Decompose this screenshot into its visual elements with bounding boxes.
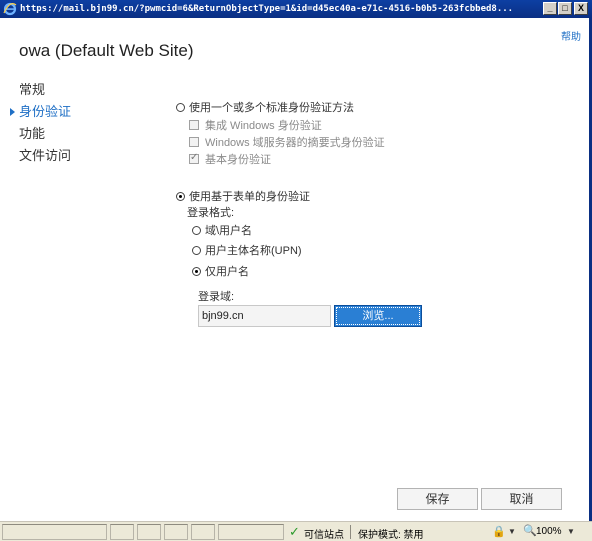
status-cell bbox=[110, 524, 134, 540]
logon-domain-input[interactable] bbox=[198, 305, 331, 327]
security-lock-icon[interactable]: 🔒 bbox=[492, 525, 506, 538]
window-url: https://mail.bjn99.cn/?pwmcid=6&ReturnOb… bbox=[20, 4, 514, 14]
chevron-down-icon[interactable]: ▼ bbox=[508, 527, 516, 536]
status-cell bbox=[218, 524, 284, 540]
protected-mode-label: 保护模式: 禁用 bbox=[358, 530, 424, 541]
minimize-button[interactable]: _ bbox=[543, 2, 557, 15]
sidebar-item-label: 功能 bbox=[19, 126, 46, 141]
sidebar-item-label: 常规 bbox=[19, 82, 46, 97]
status-bar: ✓ 可信站点 保护模式: 禁用 🔒 ▼ 🔍 100% ▼ bbox=[0, 521, 592, 541]
status-cell bbox=[2, 524, 107, 540]
sidebar-item-general[interactable]: 常规 bbox=[19, 81, 71, 103]
sidebar-item-label: 文件访问 bbox=[19, 148, 72, 163]
cancel-button[interactable]: 取消 bbox=[481, 488, 562, 510]
browse-button[interactable]: 浏览... bbox=[334, 305, 422, 327]
status-separator bbox=[350, 525, 351, 539]
sidebar-item-authentication[interactable]: 身份验证 bbox=[10, 103, 72, 125]
status-cell bbox=[191, 524, 215, 540]
standard-auth-label: 使用一个或多个标准身份验证方法 bbox=[189, 102, 354, 114]
save-button[interactable]: 保存 bbox=[397, 488, 478, 510]
page-title: owa (Default Web Site) bbox=[19, 41, 194, 60]
status-cell bbox=[164, 524, 188, 540]
selected-arrow-icon bbox=[10, 108, 15, 116]
format-user-only-label: 仅用户名 bbox=[205, 266, 249, 278]
sidebar-item-features[interactable]: 功能 bbox=[19, 125, 71, 147]
basic-auth-label: 基本身份验证 bbox=[205, 154, 271, 166]
integrated-windows-label: 集成 Windows 身份验证 bbox=[205, 120, 322, 132]
logon-format-label: 登录格式: bbox=[187, 207, 235, 219]
format-upn-option[interactable]: 用户主体名称(UPN) bbox=[192, 242, 302, 258]
format-user-only-radio[interactable] bbox=[192, 266, 201, 276]
sidebar-item-file-access[interactable]: 文件访问 bbox=[19, 147, 71, 169]
format-user-only-option[interactable]: 仅用户名 bbox=[192, 263, 249, 279]
digest-auth-label: Windows 域服务器的摘要式身份验证 bbox=[205, 137, 385, 149]
internet-explorer-icon bbox=[3, 2, 17, 16]
maximize-button[interactable]: □ bbox=[558, 2, 572, 15]
integrated-windows-checkbox[interactable] bbox=[189, 120, 199, 130]
standard-auth-radio[interactable] bbox=[176, 102, 185, 112]
trusted-site-label: 可信站点 bbox=[304, 530, 344, 541]
help-link[interactable]: 帮助 bbox=[561, 28, 581, 43]
basic-auth-option[interactable]: 基本身份验证 bbox=[189, 151, 271, 167]
forms-auth-radio[interactable] bbox=[176, 191, 185, 201]
status-cell bbox=[137, 524, 161, 540]
zoom-level[interactable]: 100% bbox=[536, 526, 562, 537]
standard-auth-option[interactable]: 使用一个或多个标准身份验证方法 bbox=[176, 99, 354, 115]
forms-auth-label: 使用基于表单的身份验证 bbox=[189, 191, 310, 203]
format-domain-user-radio[interactable] bbox=[192, 225, 201, 235]
format-domain-user-label: 域\用户名 bbox=[205, 225, 253, 237]
format-domain-user-option[interactable]: 域\用户名 bbox=[192, 222, 252, 238]
logon-domain-label: 登录域: bbox=[198, 291, 235, 303]
format-upn-radio[interactable] bbox=[192, 245, 201, 255]
digest-auth-option[interactable]: Windows 域服务器的摘要式身份验证 bbox=[189, 134, 385, 150]
format-upn-label: 用户主体名称(UPN) bbox=[205, 245, 302, 257]
close-button[interactable]: X bbox=[574, 2, 588, 15]
sidebar-item-label: 身份验证 bbox=[19, 104, 72, 119]
zoom-icon[interactable]: 🔍 bbox=[523, 524, 537, 537]
digest-auth-checkbox[interactable] bbox=[189, 137, 199, 147]
basic-auth-checkbox[interactable] bbox=[189, 152, 199, 164]
sidebar-nav: 常规 身份验证 功能 文件访问 bbox=[10, 81, 72, 169]
chevron-down-icon[interactable]: ▼ bbox=[567, 527, 575, 536]
trusted-check-icon: ✓ bbox=[289, 524, 300, 539]
window-title-bar: https://mail.bjn99.cn/?pwmcid=6&ReturnOb… bbox=[0, 0, 592, 18]
integrated-windows-auth-option[interactable]: 集成 Windows 身份验证 bbox=[189, 117, 322, 133]
forms-auth-option[interactable]: 使用基于表单的身份验证 bbox=[176, 188, 310, 204]
